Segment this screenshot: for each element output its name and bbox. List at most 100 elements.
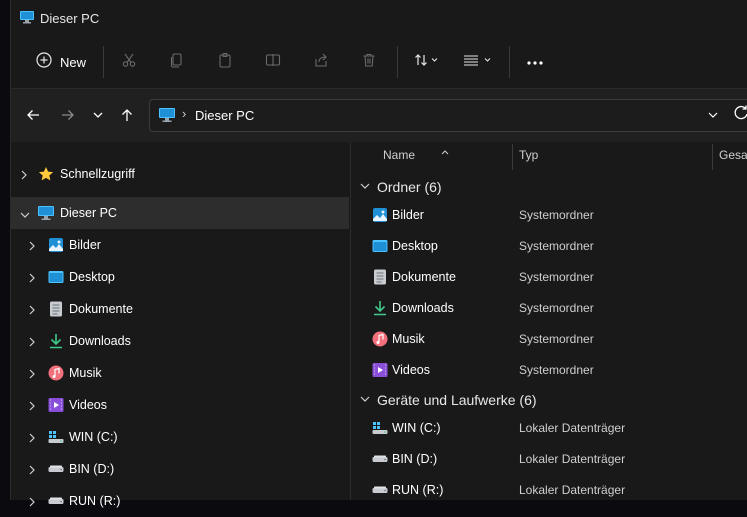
group-header-ordner[interactable]: Ordner (6) [359, 177, 442, 197]
sidebar-item-label: Videos [69, 398, 107, 412]
sidebar-item-bilder[interactable]: Bilder [11, 229, 349, 261]
chevron-right-icon[interactable] [27, 239, 37, 257]
column-divider[interactable] [512, 144, 513, 170]
item-type: Systemordner [519, 332, 594, 346]
sidebar-item-schnellzugriff[interactable]: Schnellzugriff [11, 158, 349, 190]
column-header-type[interactable]: Typ [519, 148, 538, 162]
up-button[interactable] [115, 105, 139, 129]
chevron-right-icon[interactable] [27, 431, 37, 449]
videos-icon [47, 396, 65, 414]
monitor-icon [37, 204, 55, 222]
recent-locations-button[interactable] [86, 105, 110, 129]
chevron-down-icon[interactable] [19, 207, 31, 225]
clipboard-icon [217, 52, 233, 73]
sidebar-item-downloads[interactable]: Downloads [11, 325, 349, 357]
share-icon [313, 52, 329, 73]
toolbar-separator [103, 46, 104, 78]
videos-icon [371, 361, 389, 379]
sidebar-item-bin-d[interactable]: BIN (D:) [11, 453, 349, 485]
item-name: Downloads [392, 301, 454, 315]
list-item-bilder[interactable]: Bilder Systemordner [351, 200, 747, 230]
sidebar-item-label: Desktop [69, 270, 115, 284]
sort-ascending-icon [441, 142, 449, 160]
copy-button[interactable] [163, 46, 191, 78]
arrow-right-icon [61, 108, 75, 127]
sidebar-item-desktop[interactable]: Desktop [11, 261, 349, 293]
list-item-desktop[interactable]: Desktop Systemordner [351, 231, 747, 261]
column-header-total-size[interactable]: Gesan [719, 148, 747, 162]
refresh-button[interactable] [734, 104, 747, 125]
window-title: Dieser PC [40, 11, 100, 26]
address-dropdown-button[interactable] [707, 108, 719, 126]
star-icon [37, 165, 55, 183]
column-divider[interactable] [712, 144, 713, 170]
chevron-right-icon[interactable] [27, 399, 37, 417]
list-item-run-r[interactable]: RUN (R:) Lokaler Datenträger [351, 475, 747, 505]
new-button[interactable]: New [33, 46, 89, 78]
sidebar-item-dokumente[interactable]: Dokumente [11, 293, 349, 325]
plus-circle-icon [36, 51, 52, 73]
address-box[interactable]: › Dieser PC [149, 99, 747, 132]
paste-button[interactable] [211, 46, 239, 78]
sort-arrows-icon [414, 52, 440, 73]
rename-button[interactable] [259, 46, 287, 78]
more-options-button[interactable] [521, 46, 549, 78]
rename-icon [265, 52, 281, 73]
sidebar-item-label: WIN (C:) [69, 430, 118, 444]
back-button[interactable] [21, 105, 45, 129]
navigation-pane: Schnellzugriff Dieser PC Bilder Desktop … [11, 142, 349, 508]
column-header-name[interactable]: Name [383, 148, 415, 162]
sidebar-item-label: RUN (R:) [69, 494, 121, 508]
refresh-icon [734, 105, 747, 124]
drive-icon [47, 460, 65, 478]
sidebar-item-label: Dieser PC [60, 206, 117, 220]
windows-drive-icon [371, 419, 389, 437]
chevron-down-icon [359, 391, 371, 409]
pictures-icon [47, 236, 65, 254]
sidebar-item-run-r[interactable]: RUN (R:) [11, 485, 349, 517]
view-button[interactable] [457, 46, 497, 78]
chevron-right-icon[interactable] [27, 271, 37, 289]
list-item-musik[interactable]: Musik Systemordner [351, 324, 747, 354]
chevron-right-icon[interactable] [27, 367, 37, 385]
sort-button[interactable] [409, 46, 445, 78]
item-type: Lokaler Datenträger [519, 483, 626, 497]
download-icon [47, 332, 65, 350]
delete-button[interactable] [355, 46, 383, 78]
chevron-right-icon[interactable] [19, 168, 29, 186]
documents-icon [371, 268, 389, 286]
list-item-downloads[interactable]: Downloads Systemordner [351, 293, 747, 323]
forward-button[interactable] [56, 105, 80, 129]
cut-button[interactable] [115, 46, 143, 78]
chevron-right-icon[interactable] [27, 335, 37, 353]
share-button[interactable] [307, 46, 335, 78]
item-type: Lokaler Datenträger [519, 421, 626, 435]
sidebar-item-dieser-pc[interactable]: Dieser PC [11, 197, 349, 229]
item-name: RUN (R:) [392, 483, 444, 497]
sidebar-item-label: Musik [69, 366, 102, 380]
drive-icon [47, 492, 65, 510]
scissors-icon [121, 52, 137, 73]
chevron-down-icon [359, 178, 371, 196]
item-type: Lokaler Datenträger [519, 452, 626, 466]
chevron-right-icon[interactable] [27, 495, 37, 513]
sidebar-item-win-c[interactable]: WIN (C:) [11, 421, 349, 453]
list-item-videos[interactable]: Videos Systemordner [351, 355, 747, 385]
item-name: Desktop [392, 239, 438, 253]
sidebar-item-videos[interactable]: Videos [11, 389, 349, 421]
item-type: Systemordner [519, 208, 594, 222]
group-header-geraete-und-laufwerke[interactable]: Geräte und Laufwerke (6) [359, 390, 537, 410]
more-icon [526, 53, 544, 71]
list-item-win-c[interactable]: WIN (C:) Lokaler Datenträger [351, 413, 747, 443]
file-list: Name Typ Gesan Ordner (6) Bilder Systemo… [350, 142, 747, 500]
chevron-right-icon[interactable] [27, 463, 37, 481]
arrow-left-icon [26, 108, 40, 127]
list-item-dokumente[interactable]: Dokumente Systemordner [351, 262, 747, 292]
sidebar-item-musik[interactable]: Musik [11, 357, 349, 389]
list-item-bin-d[interactable]: BIN (D:) Lokaler Datenträger [351, 444, 747, 474]
chevron-right-icon[interactable] [27, 303, 37, 321]
breadcrumb-current[interactable]: Dieser PC [195, 108, 254, 123]
sidebar-item-label: Downloads [69, 334, 131, 348]
copy-icon [169, 52, 185, 73]
group-label: Geräte und Laufwerke (6) [377, 392, 537, 408]
